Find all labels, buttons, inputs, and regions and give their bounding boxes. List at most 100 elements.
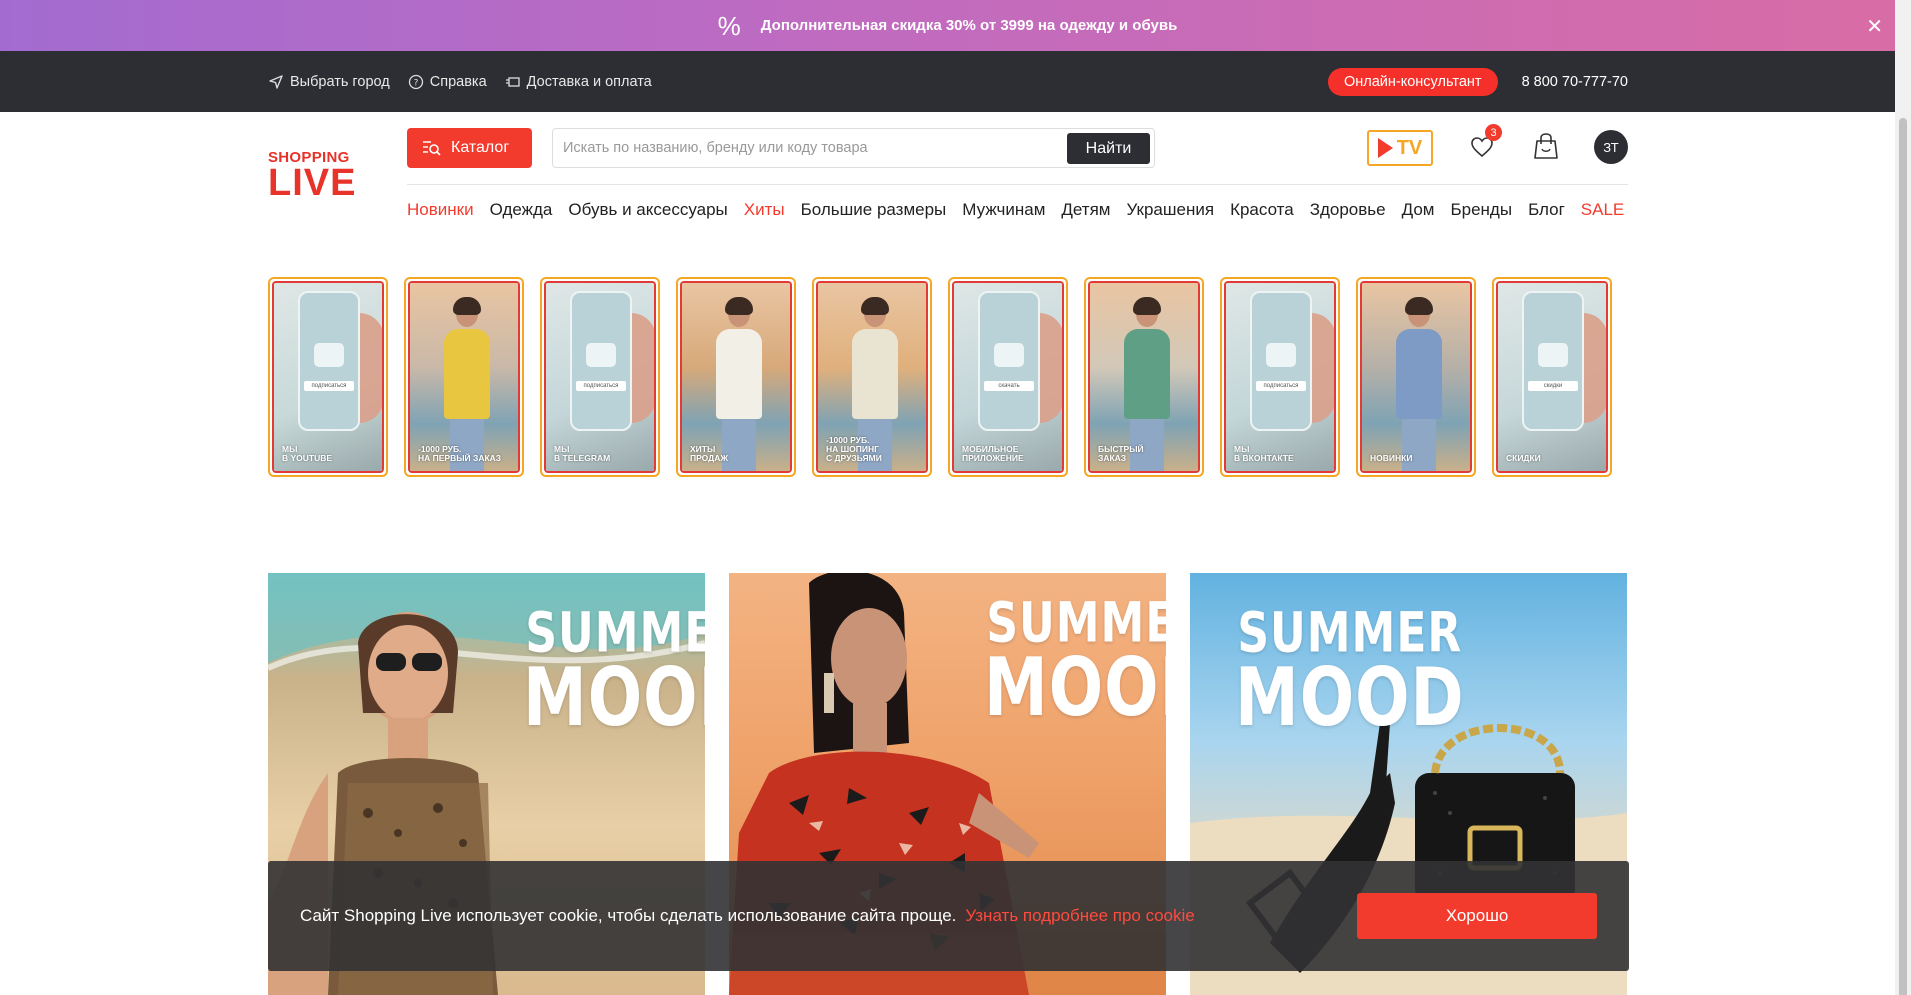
story-phone-button: скидки: [1528, 381, 1578, 391]
select-city-label: Выбрать город: [290, 73, 390, 90]
story-item[interactable]: -1000 руб. на шопинг с друзьями: [812, 277, 932, 477]
play-icon: [1377, 138, 1393, 158]
story-background: подписаться: [274, 283, 382, 471]
telegram-icon: [586, 343, 616, 367]
select-city-link[interactable]: Выбрать город: [268, 74, 390, 90]
page-scrollbar[interactable]: [1895, 0, 1911, 995]
story-background: [1090, 283, 1198, 471]
phone-mockup: скачать: [978, 291, 1040, 431]
nav-item-blog[interactable]: Блог: [1528, 200, 1565, 220]
story-item[interactable]: скачать Мобильное приложение: [948, 277, 1068, 477]
delivery-link[interactable]: Доставка и оплата: [505, 74, 652, 90]
story-frame: подписаться Мы в Telegram: [544, 281, 656, 473]
search-box: Найти: [552, 128, 1155, 168]
phone-number[interactable]: 8 800 70-777-70: [1522, 74, 1628, 90]
percent-icon: [1538, 343, 1568, 367]
promo-banner: % Дополнительная скидка 30% от 3999 на о…: [0, 0, 1895, 51]
nav-item-bolshie-razmery[interactable]: Большие размеры: [801, 200, 947, 220]
banner-title: SUMMER MOOD: [1235, 601, 1465, 745]
cookie-accept-button[interactable]: Хорошо: [1357, 893, 1597, 939]
story-background: подписаться: [546, 283, 654, 471]
story-background: [410, 283, 518, 471]
favorites-count-badge: 3: [1485, 124, 1502, 141]
help-label: Справка: [429, 73, 487, 90]
favorites-button[interactable]: 3: [1469, 124, 1502, 160]
nav-item-muzhchinam[interactable]: Мужчинам: [962, 200, 1045, 220]
nav-item-zdorove[interactable]: Здоровье: [1310, 200, 1386, 220]
story-frame: скидки Скидки: [1496, 281, 1608, 473]
nav-item-brendy[interactable]: Бренды: [1450, 200, 1512, 220]
header-divider: [407, 184, 1628, 185]
story-frame: -1000 руб. на первый заказ: [408, 281, 520, 473]
help-circle-icon: ?: [408, 74, 424, 90]
story-background: подписаться: [1226, 283, 1334, 471]
delivery-icon: [505, 74, 521, 90]
close-icon[interactable]: ✕: [1866, 14, 1883, 39]
svg-text:?: ?: [413, 78, 418, 88]
model-image: [1390, 293, 1448, 471]
banner-title: SUMMER MOOD: [984, 591, 1166, 735]
story-background: скачать: [954, 283, 1062, 471]
search-input[interactable]: [563, 137, 1043, 159]
story-frame: Быстрый заказ: [1088, 281, 1200, 473]
story-item[interactable]: подписаться Мы в YouTube: [268, 277, 388, 477]
story-frame: Хиты продаж: [680, 281, 792, 473]
promo-text: Дополнительная скидка 30% от 3999 на оде…: [760, 17, 1178, 34]
story-item[interactable]: Новинки: [1356, 277, 1476, 477]
vk-icon: [1266, 343, 1296, 367]
nav-item-krasota[interactable]: Красота: [1230, 200, 1294, 220]
search-button[interactable]: Найти: [1067, 133, 1150, 164]
site-header: SHOPPING LIVE Каталог Найти TV 3 ЗТ Нови…: [268, 112, 1628, 227]
story-item[interactable]: подписаться Мы в Telegram: [540, 277, 660, 477]
story-frame: подписаться Мы в YouTube: [272, 281, 384, 473]
cookie-more-link[interactable]: Узнать подробнее про cookie: [965, 906, 1194, 926]
shopping-live-logo[interactable]: SHOPPING LIVE: [268, 150, 360, 202]
story-label: Мы в ВКонтакте: [1234, 444, 1294, 464]
story-item[interactable]: подписаться Мы в ВКонтакте: [1220, 277, 1340, 477]
app-icon: [994, 343, 1024, 367]
story-item[interactable]: скидки Скидки: [1492, 277, 1612, 477]
nav-item-novinki[interactable]: Новинки: [407, 200, 474, 220]
shopping-live-tv-button[interactable]: TV: [1367, 130, 1433, 166]
story-frame: скачать Мобильное приложение: [952, 281, 1064, 473]
nav-item-obuv[interactable]: Обувь и аксессуары: [568, 200, 727, 220]
cookie-text: Сайт Shopping Live использует cookie, чт…: [300, 906, 957, 925]
phone-mockup: подписаться: [1250, 291, 1312, 431]
story-item[interactable]: Хиты продаж: [676, 277, 796, 477]
catalog-search-icon: [421, 139, 441, 157]
story-label: Скидки: [1506, 453, 1541, 464]
user-avatar[interactable]: ЗТ: [1594, 130, 1628, 164]
nav-item-dom[interactable]: Дом: [1402, 200, 1435, 220]
nav-item-sale[interactable]: SALE: [1581, 200, 1624, 220]
help-link[interactable]: ? Справка: [408, 74, 487, 90]
tv-label: TV: [1396, 136, 1423, 159]
nav-item-hity[interactable]: Хиты: [744, 200, 785, 220]
location-arrow-icon: [268, 74, 284, 90]
story-phone-button: подписаться: [304, 381, 354, 391]
story-label: Мы в YouTube: [282, 444, 333, 464]
nav-item-ukrasheniya[interactable]: Украшения: [1126, 200, 1214, 220]
story-item[interactable]: -1000 руб. на первый заказ: [404, 277, 524, 477]
story-label: -1000 руб. на первый заказ: [418, 444, 502, 464]
percent-icon: %: [717, 10, 741, 41]
banner-title: SUMMER MOOD: [523, 601, 705, 745]
story-label: Мы в Telegram: [554, 444, 611, 464]
story-frame: Новинки: [1360, 281, 1472, 473]
catalog-button[interactable]: Каталог: [407, 128, 532, 168]
story-frame: -1000 руб. на шопинг с друзьями: [816, 281, 928, 473]
catalog-label: Каталог: [451, 139, 510, 156]
story-background: [682, 283, 790, 471]
nav-item-odezhda[interactable]: Одежда: [490, 200, 553, 220]
story-item[interactable]: Быстрый заказ: [1084, 277, 1204, 477]
online-consultant-button[interactable]: Онлайн-консультант: [1327, 67, 1498, 96]
story-phone-button: подписаться: [576, 381, 626, 391]
cart-button[interactable]: [1533, 132, 1559, 160]
nav-item-detyam[interactable]: Детям: [1061, 200, 1110, 220]
top-bar: Выбрать город ? Справка Доставка и оплат…: [0, 51, 1895, 112]
delivery-label: Доставка и оплата: [526, 73, 652, 90]
story-label: Новинки: [1370, 453, 1413, 464]
scrollbar-thumb[interactable]: [1899, 118, 1907, 995]
main-navigation: Новинки Одежда Обувь и аксессуары Хиты Б…: [407, 200, 1640, 220]
phone-mockup: скидки: [1522, 291, 1584, 431]
story-phone-button: скачать: [984, 381, 1034, 391]
